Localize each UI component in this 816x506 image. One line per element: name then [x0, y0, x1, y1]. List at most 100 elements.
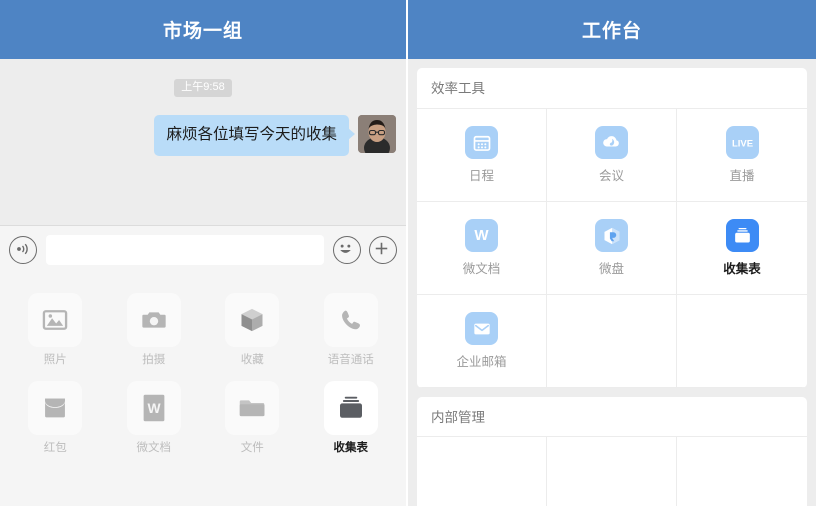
attachment-item-file[interactable]: 文件	[203, 380, 302, 455]
app-item-placeholder-3[interactable]	[677, 437, 807, 506]
app-item-placeholder-1[interactable]	[417, 437, 547, 506]
app-label: 微文档	[462, 262, 501, 277]
attachment-label: 拍摄	[142, 354, 166, 366]
red-packet-tile	[28, 380, 83, 435]
attachment-item-photo[interactable]: 照片	[6, 293, 105, 367]
workbench-screen: 工作台 效率工具 日程 会议 LIVE 直播 W 微文档 微盘 收集表 企业邮箱…	[408, 0, 816, 506]
input-trailing-icons	[333, 235, 397, 264]
photo-tile	[28, 293, 83, 347]
dual-screen-container: 市场一组 上午9:58 麻烦各位填写今天的收集 照片 拍摄 收藏 语音通话 红包…	[0, 0, 816, 506]
attachment-item-favorites[interactable]: 收藏	[203, 293, 302, 367]
app-grid-efficiency: 日程 会议 LIVE 直播 W 微文档 微盘 收集表 企业邮箱	[417, 107, 807, 388]
attachment-label: 语音通话	[327, 354, 374, 366]
app-grid-internal-management	[417, 436, 807, 506]
mail-icon	[473, 323, 490, 335]
voice-input-icon[interactable]	[9, 235, 37, 264]
svg-text:W: W	[147, 400, 161, 416]
chat-message-row: 麻烦各位填写今天的收集	[0, 115, 406, 157]
live-tile: LIVE	[725, 126, 759, 160]
chat-message-area: 上午9:58 麻烦各位填写今天的收集	[0, 59, 406, 225]
page-title: 市场一组	[162, 21, 243, 42]
chat-header: 市场一组	[0, 0, 406, 59]
page-title: 工作台	[581, 21, 642, 42]
app-item-collection-form[interactable]: 收集表	[677, 202, 807, 295]
app-item-placeholder-2[interactable]	[547, 437, 677, 506]
section-card-efficiency: 效率工具 日程 会议 LIVE 直播 W 微文档 微盘 收集表 企业邮箱	[417, 68, 807, 388]
attachment-item-voice-call[interactable]: 语音通话	[302, 293, 401, 367]
attachment-grid: 照片 拍摄 收藏 语音通话 红包 W 微文档 文件 收集表	[6, 293, 400, 454]
voice-call-tile	[323, 293, 378, 347]
app-label: 微盘	[598, 262, 624, 277]
meeting-cloud-icon	[603, 136, 619, 147]
app-item-empty-1	[547, 294, 677, 388]
camera-tile	[126, 293, 181, 347]
attachment-label: 红包	[43, 441, 67, 454]
collection-form-icon	[339, 396, 362, 418]
attachment-item-collection-form[interactable]: 收集表	[302, 380, 401, 455]
app-label: 企业邮箱	[456, 355, 507, 370]
voice-wave-glyph	[17, 243, 28, 254]
app-label: 直播	[729, 169, 755, 184]
section-title: 效率工具	[431, 81, 485, 96]
svg-text:W: W	[474, 227, 489, 244]
section-card-internal-management: 内部管理	[417, 396, 807, 506]
workbench-body: 效率工具 日程 会议 LIVE 直播 W 微文档 微盘 收集表 企业邮箱 内部管…	[408, 59, 816, 506]
message-timestamp: 上午9:58	[174, 79, 232, 97]
attachment-label: 照片	[43, 354, 67, 366]
attachment-label: 收藏	[240, 354, 264, 366]
calendar-tile	[465, 126, 498, 160]
wedrive-icon	[604, 227, 619, 244]
meeting-tile	[595, 126, 628, 160]
mail-tile	[465, 312, 498, 346]
timestamp-row: 上午9:58	[0, 79, 406, 97]
chat-screen: 市场一组 上午9:58 麻烦各位填写今天的收集 照片 拍摄 收藏 语音通话 红包…	[0, 0, 408, 506]
favorites-tile	[225, 293, 280, 347]
smiley-glyph	[340, 244, 351, 253]
app-label: 日程	[468, 169, 494, 184]
attachment-label: 收集表	[333, 441, 369, 454]
camera-icon	[142, 312, 166, 328]
attachment-item-camera[interactable]: 拍摄	[105, 293, 204, 367]
app-item-empty-2	[677, 295, 807, 388]
message-bubble[interactable]: 麻烦各位填写今天的收集	[154, 115, 355, 157]
attachment-label: 微文档	[136, 441, 172, 454]
wedoc-tile: W	[465, 219, 498, 253]
attachment-item-red-packet[interactable]: 红包	[6, 380, 105, 455]
wedoc-icon: W	[143, 394, 165, 421]
search-input[interactable]	[46, 234, 324, 265]
favorites-cube-icon	[241, 308, 263, 332]
app-item-wedrive[interactable]: 微盘	[547, 201, 677, 295]
chat-input-bar	[0, 225, 406, 273]
photo-icon	[43, 310, 68, 330]
plus-icon[interactable]	[369, 235, 397, 264]
folder-icon	[240, 399, 265, 416]
phone-call-icon	[342, 310, 361, 329]
wedrive-tile	[595, 219, 628, 253]
app-label: 会议	[598, 169, 624, 184]
collection-form-tile	[725, 219, 759, 253]
app-label: 收集表	[723, 262, 761, 277]
section-title: 内部管理	[431, 409, 485, 425]
attachment-panel: 照片 拍摄 收藏 语音通话 红包 W 微文档 文件 收集表	[0, 273, 406, 506]
collection-form-icon	[734, 228, 750, 243]
attachment-item-wedoc[interactable]: W 微文档	[105, 380, 204, 455]
svg-text:LIVE: LIVE	[731, 139, 752, 150]
file-tile	[225, 380, 280, 435]
app-item-meeting[interactable]: 会议	[547, 108, 677, 202]
wedoc-tile: W	[126, 380, 181, 435]
live-icon: LIVE	[731, 139, 752, 150]
app-item-wedoc[interactable]: W 微文档	[417, 201, 547, 295]
calendar-icon	[473, 135, 490, 151]
app-item-live[interactable]: LIVE 直播	[677, 109, 807, 202]
collection-form-tile	[323, 380, 378, 435]
workbench-header: 工作台	[408, 0, 816, 59]
app-item-enterprise-mail[interactable]: 企业邮箱	[417, 294, 547, 388]
avatar-photo	[358, 115, 396, 153]
emoji-icon[interactable]	[333, 235, 361, 264]
plus-glyph	[375, 242, 388, 254]
attachment-label: 文件	[240, 441, 264, 454]
red-packet-icon	[45, 398, 66, 417]
avatar[interactable]	[358, 115, 396, 153]
wedoc-icon: W	[474, 227, 489, 244]
app-item-calendar[interactable]: 日程	[417, 108, 547, 202]
